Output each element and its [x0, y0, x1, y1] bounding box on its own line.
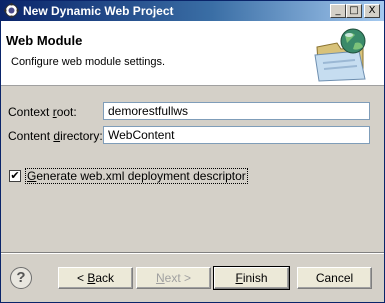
minimize-button[interactable]: _ [330, 4, 346, 18]
wizard-window: New Dynamic Web Project _ □ X Web Module… [0, 0, 385, 303]
generate-descriptor-checkbox[interactable]: ✔ [9, 170, 21, 182]
finish-button[interactable]: Finish [213, 266, 290, 290]
page-description: Configure web module settings. [11, 56, 166, 68]
generate-descriptor-label[interactable]: Generate web.xml deployment descriptor [25, 168, 248, 184]
context-root-label: Context root: [8, 105, 77, 119]
help-icon[interactable]: ? [10, 267, 32, 289]
cancel-button[interactable]: Cancel [297, 267, 372, 289]
wizard-header: Web Module Configure web module settings… [1, 21, 384, 86]
maximize-button[interactable]: □ [346, 4, 362, 18]
content-directory-input[interactable] [103, 126, 370, 144]
web-globe-folder-icon [314, 28, 366, 82]
context-root-input[interactable] [103, 102, 370, 120]
close-button[interactable]: X [364, 4, 380, 18]
title-bar[interactable]: New Dynamic Web Project _ □ X [1, 1, 384, 21]
form-area: Context root: Content directory: ✔ Gener… [1, 86, 384, 252]
content-directory-label: Content directory: [8, 129, 103, 143]
next-button[interactable]: Next > [136, 267, 211, 289]
back-button[interactable]: < Back [58, 267, 133, 289]
eclipse-gear-icon [4, 3, 19, 18]
page-title: Web Module [6, 33, 83, 48]
button-bar: ? < Back Next > Finish Cancel [1, 254, 384, 302]
window-title: New Dynamic Web Project [23, 4, 174, 18]
